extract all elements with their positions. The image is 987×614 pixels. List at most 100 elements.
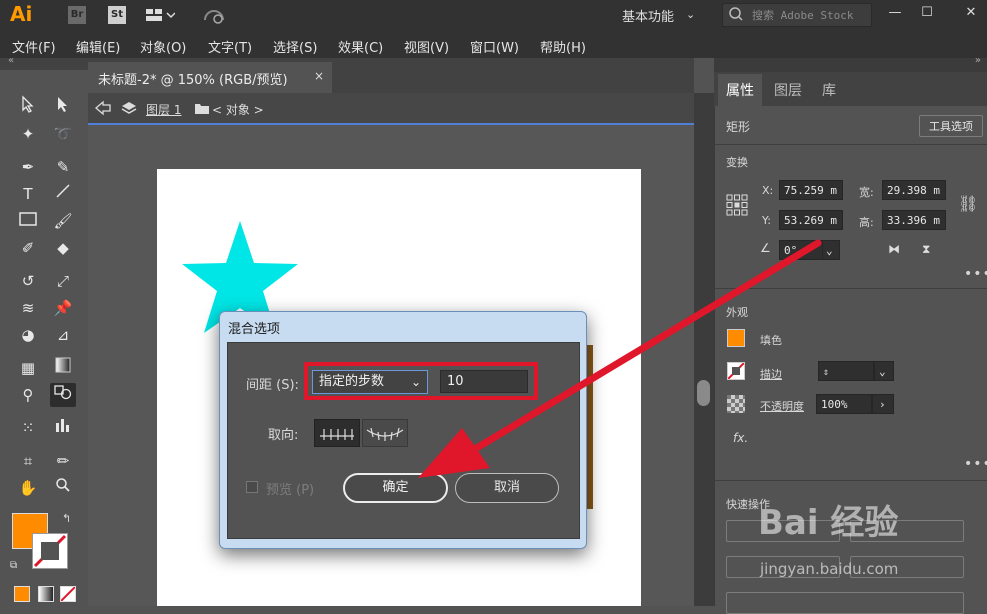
bridge-button[interactable]: Br (68, 6, 86, 24)
menu-file[interactable]: 文件(F) (12, 37, 56, 56)
lasso-tool-icon[interactable]: ➰ (50, 122, 76, 146)
rectangle-tool-icon[interactable] (15, 209, 41, 233)
chevron-down-icon[interactable]: ⌄ (686, 8, 695, 21)
fx-button[interactable]: fx. (733, 431, 748, 445)
menu-window[interactable]: 窗口(W) (470, 37, 519, 56)
stroke-color-swatch[interactable] (727, 362, 745, 380)
opacity-label[interactable]: 不透明度 (760, 398, 804, 414)
flip-vertical-icon[interactable]: ⧗ (922, 242, 930, 257)
symbol-sprayer-tool-icon[interactable]: ⁙ (15, 416, 41, 440)
puppet-warp-tool-icon[interactable]: 📌 (50, 296, 76, 320)
stroke-weight-dropdown[interactable]: ⌄ (874, 361, 894, 381)
shaper-tool-icon[interactable]: ✐ (15, 236, 41, 260)
layers-icon (120, 100, 138, 120)
align-to-page-button[interactable] (314, 419, 360, 447)
app-logo: Ai (10, 2, 33, 26)
rotate-tool-icon[interactable]: ↺ (15, 269, 41, 293)
close-window-button[interactable]: ✕ (958, 3, 984, 23)
appearance-more-icon[interactable]: ••• (964, 456, 987, 472)
quick-action-button-5[interactable] (726, 592, 964, 614)
x-label: X: (762, 184, 774, 197)
tab-libraries[interactable]: 库 (822, 80, 836, 100)
breadcrumb-layer[interactable]: 图层 1 (146, 101, 181, 118)
vertical-scrollbar[interactable] (694, 93, 714, 606)
scale-tool-icon[interactable]: ⤢ (50, 269, 76, 293)
orientation-label: 取向: (268, 428, 299, 443)
artboard-tool-icon[interactable]: ⌗ (15, 449, 41, 473)
swap-fill-stroke-icon[interactable]: ↰ (62, 512, 71, 525)
line-tool-icon[interactable] (50, 182, 76, 206)
slice-tool-icon[interactable]: ✏ (50, 449, 76, 473)
cancel-button[interactable]: 取消 (455, 473, 559, 503)
breadcrumb-object[interactable]: < 对象 > (212, 101, 264, 118)
fill-color-swatch[interactable] (727, 329, 745, 347)
tool-options-button[interactable]: 工具选项 (919, 115, 983, 137)
scrollbar-thumb[interactable] (697, 380, 710, 406)
menu-select[interactable]: 选择(S) (273, 37, 317, 56)
height-field[interactable]: 33.396 m (882, 210, 946, 230)
spacing-label: 间距 (S): (246, 378, 299, 393)
reference-point-icon[interactable] (726, 194, 748, 220)
stock-button[interactable]: St (108, 6, 126, 24)
object-type-label: 矩形 (726, 120, 751, 134)
opacity-field[interactable]: 100% (816, 394, 872, 414)
menu-object[interactable]: 对象(O) (140, 37, 186, 56)
search-icon (728, 6, 748, 26)
pen-tool-icon[interactable]: ✒ (15, 155, 41, 179)
perspective-grid-tool-icon[interactable]: ⊿ (50, 323, 76, 347)
zoom-tool-icon[interactable] (50, 476, 76, 500)
minimize-button[interactable]: — (882, 3, 908, 23)
tab-properties[interactable]: 属性 (726, 80, 754, 100)
y-field[interactable]: 53.269 m (779, 210, 843, 230)
gradient-tool-icon[interactable] (50, 356, 76, 380)
direct-selection-tool-icon[interactable] (50, 95, 76, 119)
shape-builder-tool-icon[interactable]: ◕ (15, 323, 41, 347)
eyedropper-tool-icon[interactable]: ⚲ (15, 383, 41, 407)
more-options-icon[interactable]: ••• (964, 266, 987, 282)
rotate-field[interactable]: 0° (779, 240, 823, 260)
eraser-tool-icon[interactable]: ◆ (50, 236, 76, 260)
menu-edit[interactable]: 编辑(E) (76, 37, 120, 56)
ok-button[interactable]: 确定 (343, 473, 448, 503)
stroke-label[interactable]: 描边 (760, 366, 782, 382)
x-field[interactable]: 75.259 m (779, 180, 843, 200)
width-tool-icon[interactable]: ≋ (15, 296, 41, 320)
divider (714, 480, 987, 481)
paintbrush-tool-icon[interactable]: 🖌 (50, 209, 76, 233)
rotate-dropdown[interactable]: ⌄ (822, 240, 840, 260)
workspace-switcher[interactable]: 基本功能 (622, 6, 674, 25)
type-tool-icon[interactable]: T (15, 182, 41, 206)
stroke-swatch[interactable] (32, 533, 68, 569)
color-mode-button[interactable] (14, 586, 30, 602)
angle-icon: ∠ (760, 241, 771, 255)
menu-help[interactable]: 帮助(H) (540, 37, 586, 56)
magic-wand-tool-icon[interactable]: ✦ (15, 122, 41, 146)
none-mode-button[interactable] (60, 586, 76, 602)
fill-label: 填色 (760, 334, 782, 347)
gpu-performance-icon[interactable] (202, 6, 228, 26)
menu-type[interactable]: 文字(T) (208, 37, 252, 56)
selection-tool-icon[interactable] (15, 95, 41, 119)
preview-checkbox[interactable] (246, 481, 258, 493)
folder-icon (194, 101, 210, 119)
flip-horizontal-icon[interactable]: ⧓ (888, 242, 900, 256)
column-graph-tool-icon[interactable] (50, 416, 76, 440)
width-field[interactable]: 29.398 m (882, 180, 946, 200)
arrange-documents-icon[interactable] (145, 6, 176, 24)
hand-tool-icon[interactable]: ✋ (15, 476, 41, 500)
tab-layers[interactable]: 图层 (774, 80, 802, 100)
maximize-button[interactable]: ☐ (914, 3, 940, 23)
close-tab-icon[interactable]: × (314, 69, 324, 83)
opacity-arrow[interactable]: › (872, 394, 894, 414)
gradient-mode-button[interactable] (38, 586, 54, 602)
back-arrow-icon[interactable] (94, 100, 112, 120)
menu-view[interactable]: 视图(V) (404, 37, 449, 56)
constrain-proportions-icon[interactable]: ⛓ (958, 194, 978, 213)
curvature-tool-icon[interactable]: ✎ (50, 155, 76, 179)
mesh-tool-icon[interactable]: ▦ (15, 356, 41, 380)
default-fill-stroke-icon[interactable]: ⧉ (10, 560, 17, 571)
align-to-path-button[interactable] (362, 419, 408, 447)
stroke-weight-field[interactable]: ⇕ (818, 361, 874, 381)
menu-effect[interactable]: 效果(C) (338, 37, 383, 56)
blend-tool-icon[interactable] (50, 383, 76, 407)
